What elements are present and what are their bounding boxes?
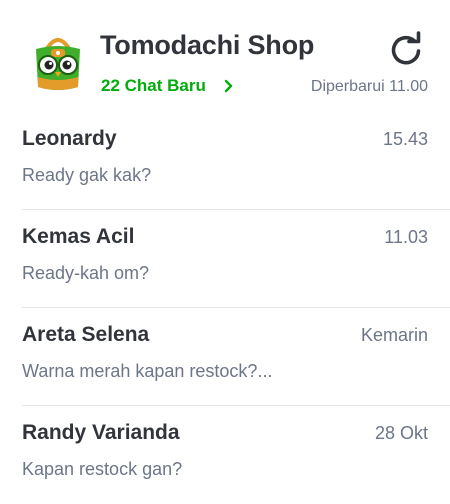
chat-list-item[interactable]: Randy Varianda 28 Okt Kapan restock gan? <box>22 406 450 504</box>
chat-timestamp: 11.03 <box>384 227 428 247</box>
chat-sender-name: Randy Varianda <box>22 421 180 444</box>
last-updated-text: Diperbarui 11.00 <box>310 78 428 95</box>
tokopedia-owl-mascot-icon <box>36 38 80 90</box>
chat-message-preview: Ready gak kak? <box>22 165 152 185</box>
chat-list-item[interactable]: Kemas Acil 11.03 Ready-kah om? <box>22 210 450 308</box>
refresh-icon[interactable] <box>386 30 426 70</box>
chat-timestamp: Kemarin <box>360 325 428 345</box>
chat-message-preview: Warna merah kapan restock?... <box>22 361 273 381</box>
chat-timestamp: 15.43 <box>382 129 428 149</box>
chat-header: Tomodachi Shop 22 Chat Baru Diperbarui 1… <box>0 0 450 112</box>
chat-sender-name: Leonardy <box>22 127 117 150</box>
chat-list: Leonardy 15.43 Ready gak kak? Kemas Acil… <box>0 112 450 504</box>
chat-list-item[interactable]: Leonardy 15.43 Ready gak kak? <box>22 112 450 210</box>
chevron-right-icon <box>224 79 233 93</box>
chat-list-item[interactable]: Areta Selena Kemarin Warna merah kapan r… <box>22 308 450 406</box>
chat-sender-name: Areta Selena <box>22 323 150 346</box>
chat-sender-name: Kemas Acil <box>22 225 135 248</box>
new-chat-link[interactable]: 22 Chat Baru <box>101 76 236 96</box>
chat-message-preview: Kapan restock gan? <box>22 459 183 479</box>
shop-name: Tomodachi Shop <box>100 30 315 60</box>
chat-message-preview: Ready-kah om? <box>22 263 150 283</box>
new-chat-label: 22 Chat Baru <box>101 76 206 95</box>
chat-timestamp: 28 Okt <box>374 423 428 443</box>
